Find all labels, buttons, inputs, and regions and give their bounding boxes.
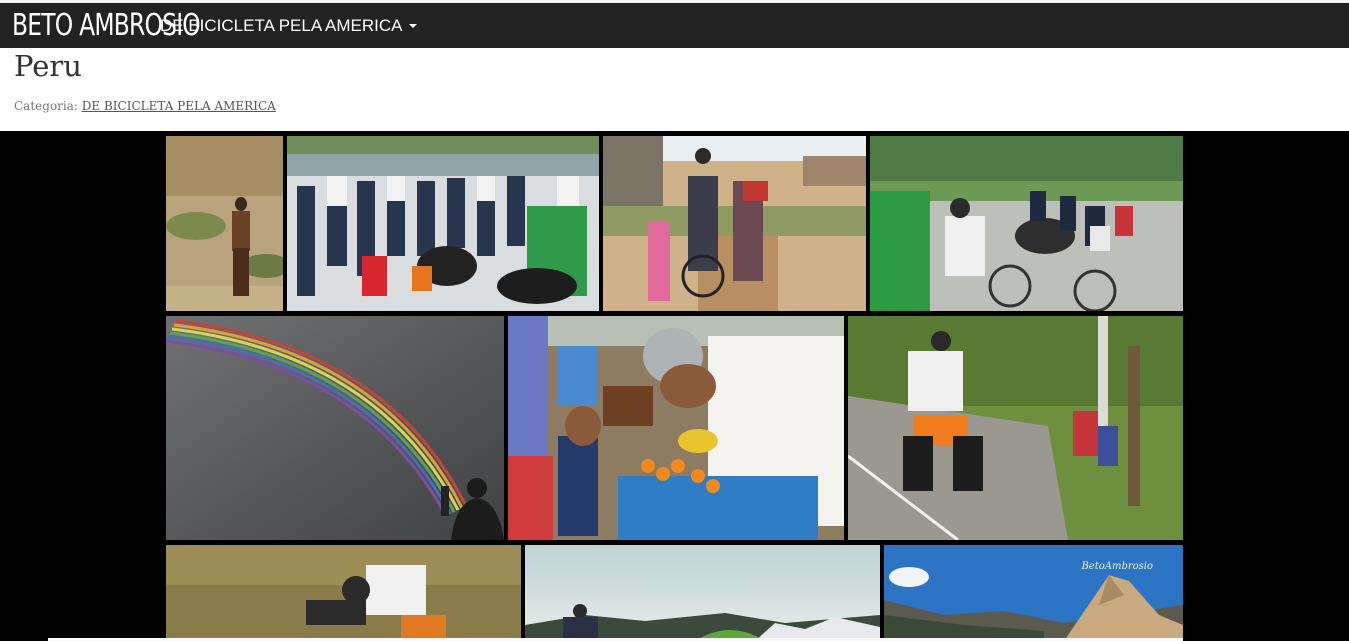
photo-watermark: BetoAmbrosio xyxy=(1081,561,1153,572)
category-link[interactable]: DE BICICLETA PELA AMERICA xyxy=(82,99,276,113)
photo-gallery: BetoAmbrosio xyxy=(0,131,1349,641)
gallery-photo-hiker[interactable] xyxy=(166,136,283,311)
caret-down-icon xyxy=(408,23,417,28)
gallery-photo-family-road[interactable] xyxy=(603,136,866,311)
gallery-photo-grassy-slope[interactable] xyxy=(166,545,521,641)
gallery-photo-cyclist-road[interactable] xyxy=(848,316,1183,540)
gallery-photo-tent-mountains[interactable] xyxy=(525,545,880,641)
gallery-photo-crowd[interactable] xyxy=(287,136,599,311)
category-line: Categoria: DE BICICLETA PELA AMERICA xyxy=(14,99,276,113)
gallery-photo-park-kids[interactable] xyxy=(870,136,1183,311)
navbar: BETO AMBROSIO DE BICICLETA PELA AMERICA xyxy=(0,3,1349,48)
gallery-photo-fruit-stand[interactable] xyxy=(508,316,844,540)
page-header: Peru Categoria: DE BICICLETA PELA AMERIC… xyxy=(0,48,1349,131)
page-title: Peru xyxy=(14,49,82,83)
category-prefix: Categoria: xyxy=(14,99,78,113)
gallery-photo-rainbow[interactable] xyxy=(166,316,504,540)
site-logo[interactable]: BETO AMBROSIO xyxy=(12,3,201,48)
gallery-photo-rocky-mountain[interactable]: BetoAmbrosio xyxy=(884,545,1183,641)
